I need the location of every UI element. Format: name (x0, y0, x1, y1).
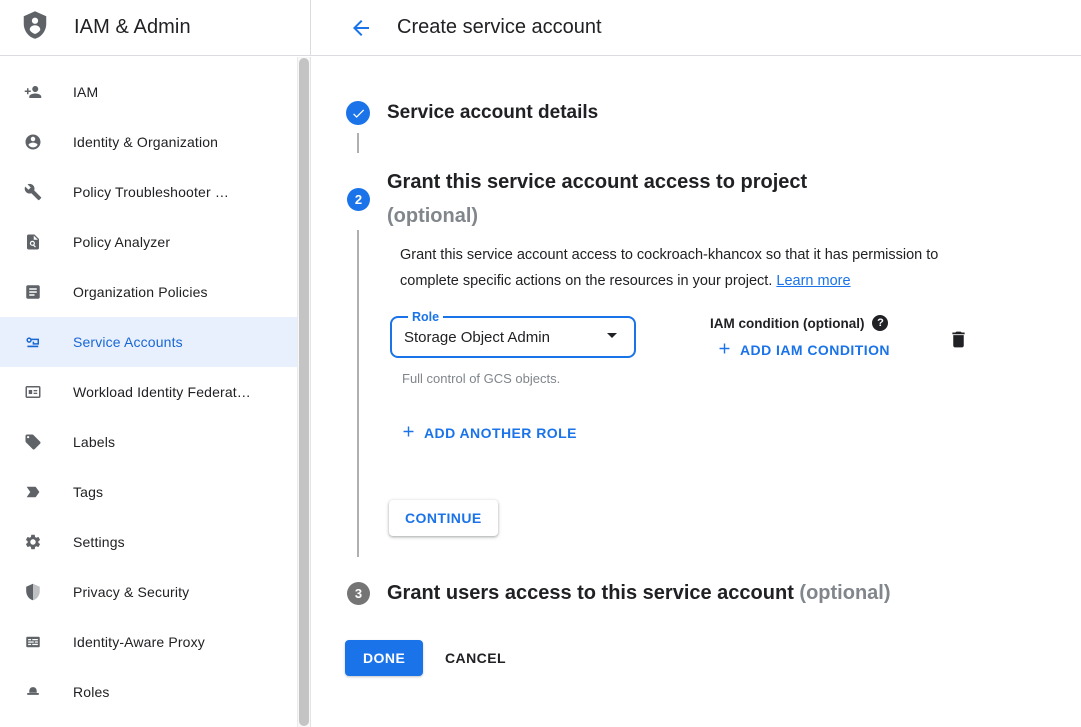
step2-title: Grant this service account access to pro… (387, 165, 807, 199)
sidebar-item-label: Workload Identity Federat… (73, 384, 251, 400)
add-another-role-label: ADD ANOTHER ROLE (424, 425, 577, 441)
step3-number: 3 (355, 586, 362, 601)
add-iam-condition-label: ADD IAM CONDITION (740, 342, 890, 358)
shield-half-icon (24, 583, 42, 601)
page-title: Create service account (397, 16, 602, 39)
sidebar-item-label: Settings (73, 534, 125, 550)
step3-heading[interactable]: Grant users access to this service accou… (387, 576, 891, 610)
role-helper-text: Full control of GCS objects. (402, 371, 560, 386)
nav-spacer (0, 57, 297, 67)
label-icon (24, 433, 42, 451)
sidebar-item-label: Policy Troubleshooter … (73, 184, 229, 200)
sidebar-item-identity-aware-proxy[interactable]: Identity-Aware Proxy (0, 617, 297, 667)
step2-description-text: Grant this service account access to coc… (400, 247, 938, 289)
sidebar-item-label: Policy Analyzer (73, 234, 170, 250)
chevron-down-icon (600, 323, 624, 352)
step2-heading: Grant this service account access to pro… (387, 165, 807, 233)
sidebar-item-settings[interactable]: Settings (0, 517, 297, 567)
trash-icon[interactable] (946, 327, 970, 351)
learn-more-link[interactable]: Learn more (776, 273, 850, 289)
step-connector (357, 133, 359, 153)
sidebar-item-label: Labels (73, 434, 115, 450)
product-title: IAM & Admin (74, 16, 191, 39)
person-add-icon (24, 83, 42, 101)
step3-optional-label: (optional) (799, 582, 890, 604)
sidebar-item-service-accounts[interactable]: Service Accounts (0, 317, 297, 367)
sidebar-item-privacy-security[interactable]: Privacy & Security (0, 567, 297, 617)
sidebar-item-label: Organization Policies (73, 284, 208, 300)
sidebar-item-policy-troubleshooter[interactable]: Policy Troubleshooter … (0, 167, 297, 217)
article-icon (24, 283, 42, 301)
sidebar-item-roles[interactable]: Roles (0, 667, 297, 717)
gear-icon (24, 533, 42, 551)
sidebar-item-label: Identity-Aware Proxy (73, 634, 205, 650)
top-bar: IAM & Admin Create service account (0, 0, 1081, 56)
step1-title[interactable]: Service account details (387, 102, 598, 124)
plus-icon (716, 340, 733, 360)
page-header: Create service account (311, 0, 1081, 55)
sidebar-item-label: IAM (73, 84, 98, 100)
sidebar-item-policy-analyzer[interactable]: Policy Analyzer (0, 217, 297, 267)
role-selected-value: Storage Object Admin (402, 329, 550, 346)
role-field-label: Role (408, 310, 443, 324)
sidebar-item-organization-policies[interactable]: Organization Policies (0, 267, 297, 317)
step2-description: Grant this service account access to coc… (400, 243, 992, 294)
sidebar-nav: IAM Identity & Organization Policy Troub… (0, 57, 297, 727)
sidebar-item-workload-identity-federation[interactable]: Workload Identity Federat… (0, 367, 297, 417)
card-icon (24, 383, 42, 401)
cancel-button[interactable]: CANCEL (429, 640, 522, 676)
step2-number: 2 (355, 192, 362, 207)
product-header: IAM & Admin (0, 0, 311, 55)
plus-icon (400, 423, 417, 443)
sidebar-item-label: Tags (73, 484, 103, 500)
continue-button[interactable]: CONTINUE (389, 500, 498, 536)
sidebar-item-labels[interactable]: Labels (0, 417, 297, 467)
policy-analyzer-icon (24, 233, 42, 251)
proxy-grid-icon (24, 633, 42, 651)
sidebar-scrollbar-track (297, 57, 311, 727)
step2-optional-label: (optional) (387, 199, 807, 233)
step-connector (357, 230, 359, 557)
step3-title: Grant users access to this service accou… (387, 582, 794, 604)
add-iam-condition-button[interactable]: ADD IAM CONDITION (716, 340, 890, 360)
sidebar-scrollbar-thumb[interactable] (299, 58, 309, 726)
account-circle-icon (24, 133, 42, 151)
step2-number-badge: 2 (347, 188, 370, 211)
done-button[interactable]: DONE (345, 640, 423, 676)
shield-person-icon (20, 9, 50, 46)
create-service-account-form: Service account details 2 Grant this ser… (312, 57, 1081, 727)
question-badge-icon[interactable]: ? (872, 315, 888, 331)
sidebar-item-label: Service Accounts (73, 334, 183, 350)
step3-number-badge: 3 (347, 582, 370, 605)
sidebar-item-label: Roles (73, 684, 110, 700)
back-arrow-icon[interactable] (347, 14, 375, 42)
label-important-icon (24, 483, 42, 501)
sidebar-item-tags[interactable]: Tags (0, 467, 297, 517)
role-select-field: Role Storage Object Admin (390, 310, 636, 358)
iam-condition-label: IAM condition (optional) (710, 316, 864, 331)
step1-completed-icon (346, 101, 370, 125)
hat-icon (24, 683, 42, 701)
service-account-key-icon (24, 333, 42, 351)
add-another-role-button[interactable]: ADD ANOTHER ROLE (400, 423, 577, 443)
sidebar-item-label: Identity & Organization (73, 134, 218, 150)
sidebar-item-label: Privacy & Security (73, 584, 189, 600)
wrench-icon (24, 183, 42, 201)
sidebar-item-identity-organization[interactable]: Identity & Organization (0, 117, 297, 167)
sidebar-item-iam[interactable]: IAM (0, 67, 297, 117)
iam-condition-header: IAM condition (optional) ? (710, 315, 888, 331)
role-select[interactable]: Storage Object Admin (402, 323, 624, 352)
